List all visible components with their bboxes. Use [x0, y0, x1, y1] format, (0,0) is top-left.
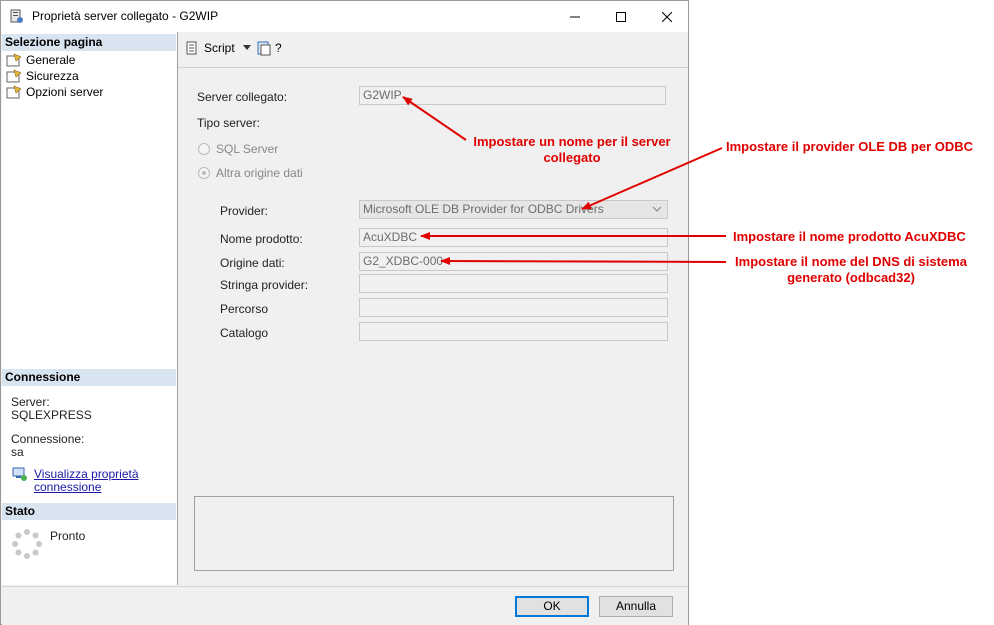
annotation-arrows — [402, 96, 727, 266]
arrow-to-data-source — [440, 257, 727, 266]
arrow-to-server-name — [402, 96, 467, 141]
arrow-to-provider — [581, 147, 723, 210]
